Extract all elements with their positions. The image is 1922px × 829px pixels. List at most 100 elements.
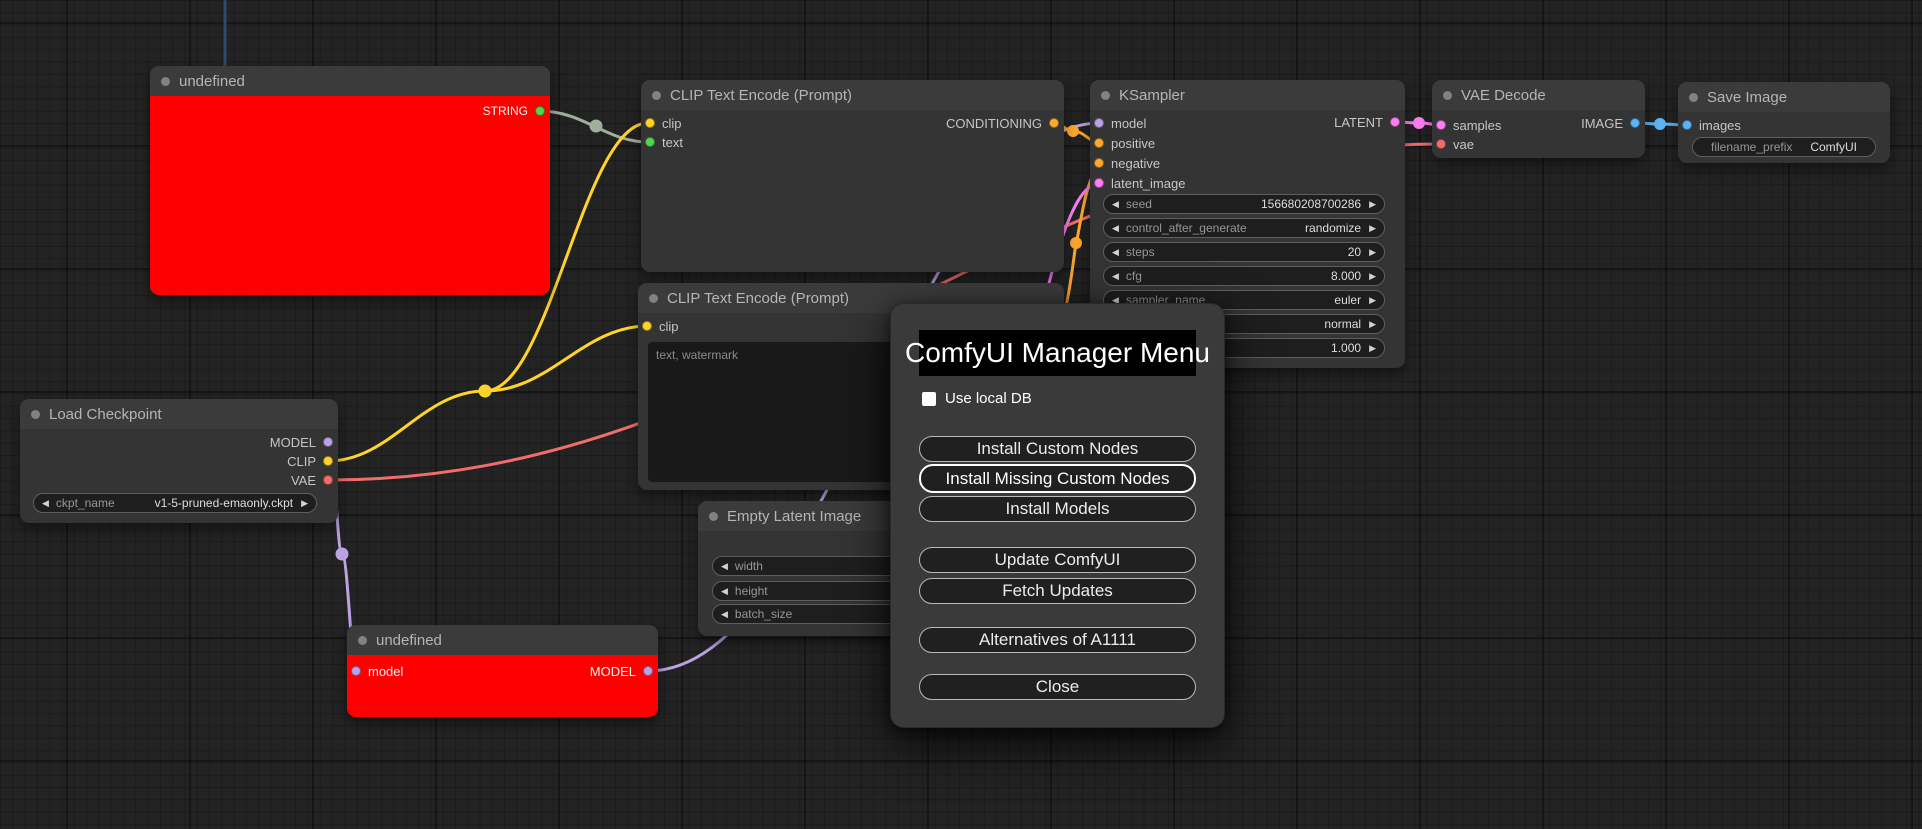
widget-value[interactable]: normal xyxy=(1324,317,1361,331)
widget-next-icon[interactable]: ▶ xyxy=(1369,343,1376,353)
widget-value[interactable]: 20 xyxy=(1348,245,1361,259)
collapse-dot-icon[interactable] xyxy=(358,635,367,645)
widget-next-icon[interactable]: ▶ xyxy=(301,498,308,508)
widget-next-icon[interactable]: ▶ xyxy=(1369,295,1376,305)
widget-next-icon[interactable]: ▶ xyxy=(1369,271,1376,281)
node-vae-decode[interactable]: VAE Decode samples vae IMAGE xyxy=(1432,80,1645,158)
output-slot-dot-latent[interactable] xyxy=(1390,117,1400,127)
reroute-dot[interactable] xyxy=(1413,117,1425,129)
reroute-dot[interactable] xyxy=(478,384,492,398)
widget-prev-icon[interactable]: ◀ xyxy=(721,586,728,596)
input-slot-dot-text[interactable] xyxy=(645,137,655,147)
input-slot-dot-model[interactable] xyxy=(1094,118,1104,128)
widget-prev-icon[interactable]: ◀ xyxy=(1112,271,1119,281)
update-comfyui-button[interactable]: Update ComfyUI xyxy=(919,547,1196,573)
widget-prev-icon[interactable]: ◀ xyxy=(1112,223,1119,233)
output-slot-label: STRING xyxy=(482,104,528,118)
collapse-dot-icon[interactable] xyxy=(31,409,40,419)
widget-label: seed xyxy=(1125,197,1152,211)
fetch-updates-button[interactable]: Fetch Updates xyxy=(919,578,1196,604)
widget-value[interactable]: 156680208700286 xyxy=(1261,197,1361,211)
widget-value[interactable]: euler xyxy=(1334,293,1361,307)
use-local-db-row[interactable]: Use local DB xyxy=(922,390,1032,407)
widget-value[interactable]: ComfyUI xyxy=(1810,140,1857,154)
widget-value[interactable]: randomize xyxy=(1305,221,1361,235)
reroute-dot[interactable] xyxy=(1654,118,1666,130)
node-undefined-top[interactable]: undefined STRING xyxy=(150,66,550,295)
input-slot-dot-positive[interactable] xyxy=(1094,138,1104,148)
install-custom-nodes-button[interactable]: Install Custom Nodes xyxy=(919,436,1196,462)
node-save-image[interactable]: Save Image images filename_prefix ComfyU… xyxy=(1678,82,1890,163)
input-slot-dot-clip[interactable] xyxy=(642,321,652,331)
widget-control-after-generate[interactable]: ◀ control_after_generate randomize ▶ xyxy=(1103,218,1385,238)
input-slot-label: images xyxy=(1699,117,1741,133)
node-title: undefined xyxy=(179,72,245,90)
output-slot-label: CONDITIONING xyxy=(945,115,1042,131)
node-title: CLIP Text Encode (Prompt) xyxy=(670,86,853,104)
collapse-dot-icon[interactable] xyxy=(1443,90,1452,100)
node-title: KSampler xyxy=(1119,86,1185,104)
input-slot-label: text xyxy=(662,134,683,150)
widget-value[interactable]: 8.000 xyxy=(1331,269,1361,283)
input-slot-dot-images[interactable] xyxy=(1682,120,1692,130)
widget-value[interactable]: 1.000 xyxy=(1331,341,1361,355)
node-title: Load Checkpoint xyxy=(49,405,162,423)
widget-prev-icon[interactable]: ◀ xyxy=(721,561,728,571)
widget-ckpt-name[interactable]: ◀ ckpt_name v1-5-pruned-emaonly.ckpt ▶ xyxy=(33,493,317,513)
alternatives-of-a1111-button[interactable]: Alternatives of A1111 xyxy=(919,627,1196,653)
collapse-dot-icon[interactable] xyxy=(649,293,658,303)
widget-filename-prefix[interactable]: filename_prefix ComfyUI xyxy=(1692,137,1876,157)
widget-next-icon[interactable]: ▶ xyxy=(1369,223,1376,233)
input-slot-dot-samples[interactable] xyxy=(1436,120,1446,130)
use-local-db-label: Use local DB xyxy=(945,390,1032,407)
close-button[interactable]: Close xyxy=(919,674,1196,700)
widget-label: width xyxy=(734,559,763,573)
input-slot-label: clip xyxy=(659,318,679,334)
input-slot-label: clip xyxy=(662,115,682,131)
widget-next-icon[interactable]: ▶ xyxy=(1369,319,1376,329)
output-slot-dot-clip[interactable] xyxy=(323,456,333,466)
install-missing-custom-nodes-button[interactable]: Install Missing Custom Nodes xyxy=(919,464,1196,493)
input-slot-dot-vae[interactable] xyxy=(1436,139,1446,149)
output-slot-dot-model[interactable] xyxy=(323,437,333,447)
reroute-dot[interactable] xyxy=(589,119,603,133)
widget-prev-icon[interactable]: ◀ xyxy=(1112,247,1119,257)
input-slot-dot-clip[interactable] xyxy=(645,118,655,128)
widget-steps[interactable]: ◀ steps 20 ▶ xyxy=(1103,242,1385,262)
widget-prev-icon[interactable]: ◀ xyxy=(721,609,728,619)
reroute-dot[interactable] xyxy=(1067,125,1079,137)
widget-next-icon[interactable]: ▶ xyxy=(1369,199,1376,209)
collapse-dot-icon[interactable] xyxy=(1101,90,1110,100)
output-slot-label: MODEL xyxy=(589,663,636,679)
widget-prev-icon[interactable]: ◀ xyxy=(1112,199,1119,209)
output-slot-dot-model[interactable] xyxy=(643,666,653,676)
install-models-button[interactable]: Install Models xyxy=(919,496,1196,522)
output-slot-label: VAE xyxy=(290,472,316,488)
node-title: Empty Latent Image xyxy=(727,507,862,525)
widget-next-icon[interactable]: ▶ xyxy=(1369,247,1376,257)
reroute-dot[interactable] xyxy=(1070,237,1082,249)
widget-value[interactable]: v1-5-pruned-emaonly.ckpt xyxy=(155,496,294,510)
node-load-checkpoint[interactable]: Load Checkpoint MODEL CLIP VAE ◀ ckpt_na… xyxy=(20,399,338,523)
collapse-dot-icon[interactable] xyxy=(709,511,718,521)
widget-seed[interactable]: ◀ seed 156680208700286 ▶ xyxy=(1103,194,1385,214)
output-slot-dot-string[interactable] xyxy=(535,106,545,116)
input-slot-label: positive xyxy=(1111,135,1156,151)
collapse-dot-icon[interactable] xyxy=(1689,92,1698,102)
node-clip-text-encode-1[interactable]: CLIP Text Encode (Prompt) clip text COND… xyxy=(641,80,1064,272)
output-slot-dot-vae[interactable] xyxy=(323,475,333,485)
reroute-dot[interactable] xyxy=(335,547,349,561)
node-graph-canvas[interactable]: undefined STRING CLIP Text Encode (Promp… xyxy=(0,0,1922,829)
input-slot-dot-negative[interactable] xyxy=(1094,158,1104,168)
collapse-dot-icon[interactable] xyxy=(161,76,170,86)
input-slot-dot-model[interactable] xyxy=(351,666,361,676)
use-local-db-checkbox[interactable] xyxy=(922,391,936,406)
widget-cfg[interactable]: ◀ cfg 8.000 ▶ xyxy=(1103,266,1385,286)
output-slot-dot-image[interactable] xyxy=(1630,118,1640,128)
collapse-dot-icon[interactable] xyxy=(652,90,661,100)
output-slot-dot-conditioning[interactable] xyxy=(1049,118,1059,128)
node-undefined-bottom[interactable]: undefined model MODEL xyxy=(347,625,658,717)
widget-label: cfg xyxy=(1125,269,1142,283)
widget-prev-icon[interactable]: ◀ xyxy=(42,498,49,508)
input-slot-dot-latent-image[interactable] xyxy=(1094,178,1104,188)
